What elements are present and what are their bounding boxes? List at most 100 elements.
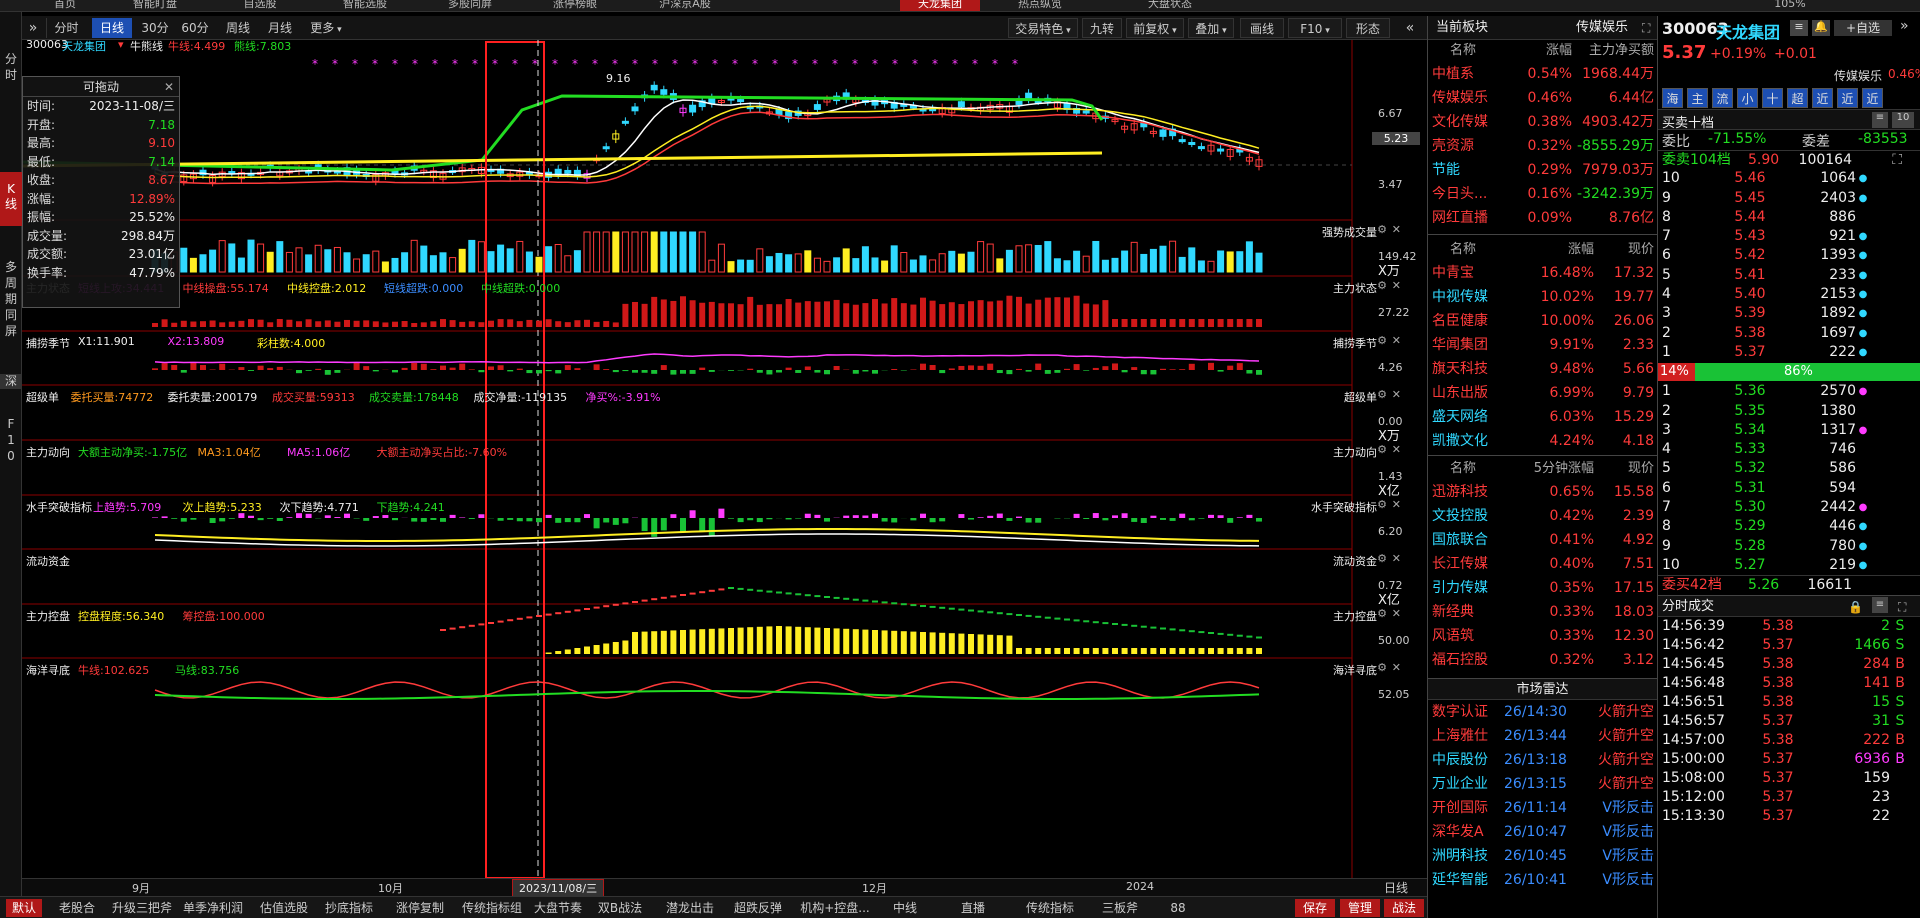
buy-level-row[interactable]: 2 5.35 1380● <box>1658 402 1920 421</box>
quote-menu-icon[interactable]: ≡ <box>1790 20 1808 36</box>
mini-tab-6[interactable]: 近 <box>1812 88 1833 108</box>
strategy-button[interactable]: 战法 <box>1384 899 1424 917</box>
strategy-tab-6[interactable]: 涨停复制 <box>390 899 450 917</box>
stock-row[interactable]: 中视传媒 10.02% 19.77 <box>1428 285 1657 309</box>
gear-icon[interactable]: ⚙ <box>1377 498 1387 511</box>
left-tab-zhou[interactable]: 周 <box>0 276 22 291</box>
sell-level-row[interactable]: 9 5.45 2403 ● <box>1658 189 1920 208</box>
fivemin-row[interactable]: 文投控股 0.42% 2.39 <box>1428 504 1657 528</box>
stock-row[interactable]: 旗天科技 9.48% 5.66 <box>1428 357 1657 381</box>
mini-tab-7[interactable]: 近 <box>1837 88 1858 108</box>
strategy-tab-13[interactable]: 中线 <box>878 899 932 917</box>
sell-level-row[interactable]: 4 5.40 2153 ● <box>1658 285 1920 304</box>
strategy-tab-5[interactable]: 抄底指标 <box>318 899 380 917</box>
fivemin-row[interactable]: 国旅联合 0.41% 4.92 <box>1428 528 1657 552</box>
stock-row[interactable]: 中青宝 16.48% 17.32 <box>1428 261 1657 285</box>
buy-level-row[interactable]: 8 5.29 446 ● <box>1658 517 1920 536</box>
sector-row[interactable]: 中植系 0.54% 1968.44万 <box>1428 62 1657 86</box>
left-tab-qi[interactable]: 期 <box>0 292 22 307</box>
left-tab-shen[interactable]: 深 <box>0 374 22 389</box>
radar-row[interactable]: 万业企业 26/13:15 火箭升空 <box>1428 772 1657 796</box>
nav-tab-current-stock[interactable]: 天龙集团 <box>900 0 980 11</box>
sell-level-row[interactable]: 1 5.37 222 ● <box>1658 343 1920 362</box>
strategy-tab-11[interactable]: 超跌反弹 <box>728 899 788 917</box>
sell-level-row[interactable]: 6 5.42 1393 ● <box>1658 246 1920 265</box>
period-60min-button[interactable]: 60分 <box>177 18 213 38</box>
mini-tab-2[interactable]: 流 <box>1712 88 1733 108</box>
radar-row[interactable]: 深华发A 26/10:47 V形反击 <box>1428 820 1657 844</box>
overlay-dropdown[interactable]: 叠加 ▾ <box>1188 18 1234 38</box>
buy-level-row[interactable]: 3 5.34 1317 ● <box>1658 421 1920 440</box>
close-icon[interactable]: ✕ <box>1392 498 1401 511</box>
nav-tab-smart-select[interactable]: 智能选股 <box>320 0 410 11</box>
save-button[interactable]: 保存 <box>1295 899 1335 917</box>
fivemin-row[interactable]: 风语筑 0.33% 12.30 <box>1428 624 1657 648</box>
left-tab-kline[interactable]: K 线 <box>0 172 22 226</box>
stock-row[interactable]: 凯撒文化 4.24% 4.18 <box>1428 429 1657 453</box>
left-tab-fen[interactable]: 分 <box>0 52 22 67</box>
left-tab-1[interactable]: 1 <box>0 433 22 448</box>
period-more-dropdown[interactable]: 更多 ▾ <box>304 18 348 38</box>
close-icon[interactable]: ✕ <box>1392 443 1401 456</box>
nav-tab-multi-screen[interactable]: 多股同屏 <box>425 0 515 11</box>
radar-row[interactable]: 开创国际 26/11:14 V形反击 <box>1428 796 1657 820</box>
close-icon[interactable]: ✕ <box>164 77 174 97</box>
sector-row[interactable]: 文化传媒 0.38% 4903.42万 <box>1428 110 1657 134</box>
period-weekly-button[interactable]: 周线 <box>220 18 256 38</box>
close-icon[interactable]: ✕ <box>1392 552 1401 565</box>
buy-level-row[interactable]: 6 5.31 594● <box>1658 479 1920 498</box>
pattern-button[interactable]: 形态 <box>1346 18 1390 38</box>
buy-level-row[interactable]: 10 5.27 219 ● <box>1658 556 1920 575</box>
sell-level-row[interactable]: 7 5.43 921 ● <box>1658 227 1920 246</box>
expand-icon[interactable]: ⛶ <box>1852 151 1902 169</box>
close-icon[interactable]: ✕ <box>1392 279 1401 292</box>
f10-dropdown[interactable]: F10 ▾ <box>1288 18 1342 38</box>
manage-button[interactable]: 管理 <box>1340 899 1380 917</box>
close-icon[interactable]: ✕ <box>1392 223 1401 236</box>
gear-icon[interactable]: ⚙ <box>1377 443 1387 456</box>
sell-level-row[interactable]: 5 5.41 233 ● <box>1658 266 1920 285</box>
mini-tab-1[interactable]: 主 <box>1687 88 1708 108</box>
radar-row[interactable]: 数字认证 26/14:30 火箭升空 <box>1428 700 1657 724</box>
period-monthly-button[interactable]: 月线 <box>262 18 298 38</box>
nav-tab-market-status[interactable]: 大盘状态 <box>1130 0 1210 11</box>
gear-icon[interactable]: ⚙ <box>1377 223 1387 236</box>
depth-10-button[interactable]: 10 <box>1892 112 1914 128</box>
sector-row[interactable]: 节能 0.29% 7979.03万 <box>1428 158 1657 182</box>
buy-level-row[interactable]: 4 5.33 746● <box>1658 440 1920 459</box>
close-icon[interactable]: ✕ <box>1392 334 1401 347</box>
mini-tab-5[interactable]: 超 <box>1787 88 1808 108</box>
mini-tab-3[interactable]: 小 <box>1737 88 1758 108</box>
strategy-tab-8[interactable]: 大盘节奏 <box>530 899 586 917</box>
expand-icon[interactable]: ⛶ <box>1642 16 1650 40</box>
nav-tab-home[interactable]: 首页 <box>30 0 100 11</box>
strategy-tab-10[interactable]: 潜龙出击 <box>660 899 720 917</box>
adjust-dropdown[interactable]: 前复权 ▾ <box>1126 18 1184 38</box>
collapse-right-icon[interactable]: « <box>1398 18 1422 38</box>
drag-info-box[interactable]: 可拖动 ✕ 时间: 2023-11-08/三 开盘: 7.18 最高: 9.10 最低: 7.… <box>22 76 180 308</box>
gear-icon[interactable]: ⚙ <box>1377 334 1387 347</box>
fivemin-row[interactable]: 新经典 0.33% 18.03 <box>1428 600 1657 624</box>
nav-tab-a-shares[interactable]: 沪深京A股 <box>635 0 735 11</box>
fivemin-row[interactable]: 迅游科技 0.65% 15.58 <box>1428 480 1657 504</box>
add-favorite-button[interactable]: +自选 <box>1834 20 1892 36</box>
sector-row[interactable]: 传媒娱乐 0.46% 6.44亿 <box>1428 86 1657 110</box>
strategy-tab-16[interactable]: 三板斧 <box>1090 899 1150 917</box>
trade-feature-dropdown[interactable]: 交易特色 ▾ <box>1008 18 1078 38</box>
gear-icon[interactable]: ⚙ <box>1377 661 1387 674</box>
mini-tab-4[interactable]: 十 <box>1762 88 1783 108</box>
nav-tab-hotspot[interactable]: 热点纵览 <box>995 0 1085 11</box>
collapse-right-icon[interactable]: » <box>1900 18 1909 34</box>
sell-level-row[interactable]: 2 5.38 1697 ● <box>1658 324 1920 343</box>
sell-level-row[interactable]: 10 5.46 1064 ● <box>1658 169 1920 188</box>
left-tab-0[interactable]: 0 <box>0 449 22 464</box>
sector-row[interactable]: 壳资源 0.32% -8555.29万 <box>1428 134 1657 158</box>
strategy-tab-7[interactable]: 传统指标组 <box>460 899 524 917</box>
buy-level-row[interactable]: 9 5.28 780 ● <box>1658 537 1920 556</box>
buy-level-row[interactable]: 7 5.30 2442 ● <box>1658 498 1920 517</box>
left-tab-duo[interactable]: 多 <box>0 260 22 275</box>
expand-icon[interactable]: ⛶ <box>1898 596 1906 618</box>
strategy-tab-14[interactable]: 直播 <box>948 899 998 917</box>
close-icon[interactable]: ✕ <box>1392 607 1401 620</box>
radar-row[interactable]: 中辰股份 26/13:18 火箭升空 <box>1428 748 1657 772</box>
